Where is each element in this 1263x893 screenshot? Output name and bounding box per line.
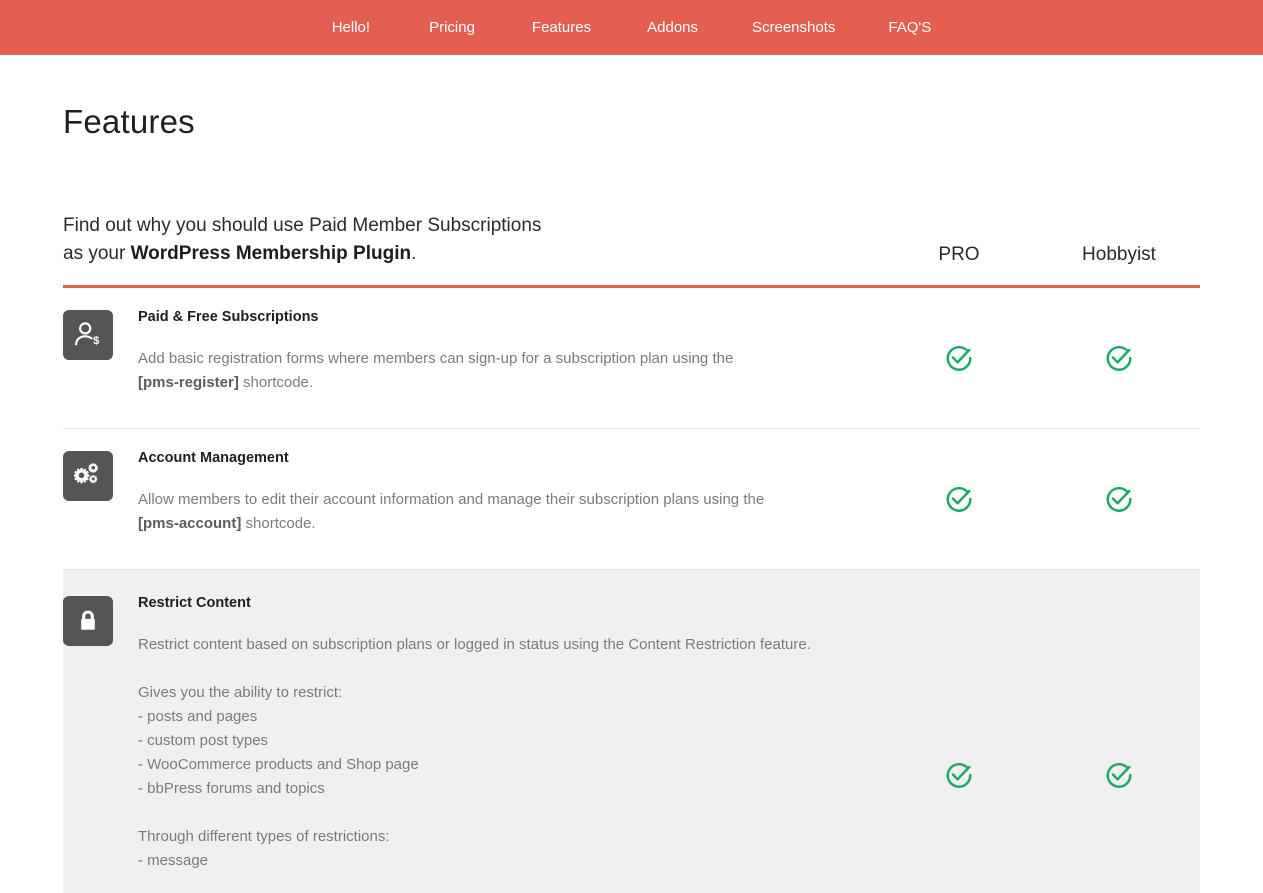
lock-icon xyxy=(63,596,113,646)
feature-desc-prefix: Restrict content based on subscription p… xyxy=(138,636,811,870)
feature-title: Restrict Content xyxy=(138,595,251,611)
table-row: $ Paid & Free Subscriptions Add basic re… xyxy=(63,288,1200,429)
features-table-header: Find out why you should use Paid Member … xyxy=(63,141,1200,288)
feature-desc-prefix: Allow members to edit their account info… xyxy=(138,491,765,509)
check-circle-icon xyxy=(1104,484,1134,514)
feature-icon-cell: $ xyxy=(63,288,138,428)
hobbyist-availability-cell xyxy=(1039,288,1199,428)
feature-description: Add basic registration forms where membe… xyxy=(138,347,879,395)
feature-desc-shortcode: [pms-account] xyxy=(138,515,242,533)
features-intro-line2-suffix: . xyxy=(411,243,417,264)
top-navigation-bar: Hello! Pricing Features Addons Screensho… xyxy=(0,0,1263,55)
check-circle-icon xyxy=(944,484,974,514)
hobbyist-availability-cell xyxy=(1039,429,1199,569)
feature-description: Allow members to edit their account info… xyxy=(138,488,879,536)
page-content: Features Find out why you should use Pai… xyxy=(0,55,1263,893)
feature-desc-suffix: shortcode. xyxy=(241,515,316,533)
nav-item-pricing[interactable]: Pricing xyxy=(429,20,475,35)
svg-text:$: $ xyxy=(93,335,100,347)
feature-text-cell: Paid & Free Subscriptions Add basic regi… xyxy=(138,288,879,428)
features-comparison-table: Find out why you should use Paid Member … xyxy=(63,141,1200,893)
table-row: Restrict Content Restrict content based … xyxy=(63,570,1200,893)
user-dollar-icon: $ xyxy=(63,310,113,360)
check-circle-icon xyxy=(944,343,974,373)
nav-item-screenshots[interactable]: Screenshots xyxy=(752,20,835,35)
nav-item-faqs[interactable]: FAQ'S xyxy=(888,20,931,35)
features-intro-line2-prefix: as your xyxy=(63,243,131,264)
features-intro-line2-bold: WordPress Membership Plugin xyxy=(130,243,412,264)
nav-item-addons[interactable]: Addons xyxy=(647,20,698,35)
feature-desc-suffix: shortcode. xyxy=(238,374,314,392)
feature-text-cell: Restrict Content Restrict content based … xyxy=(138,570,879,893)
check-circle-icon xyxy=(1104,343,1134,373)
features-intro-text: Find out why you should use Paid Member … xyxy=(63,212,879,268)
feature-desc-shortcode: [pms-register] xyxy=(138,374,239,392)
check-circle-icon xyxy=(944,760,974,790)
column-header-pro: PRO xyxy=(938,244,980,265)
pro-availability-cell xyxy=(879,288,1039,428)
hobbyist-availability-cell xyxy=(1039,570,1199,893)
check-circle-icon xyxy=(1104,760,1134,790)
feature-desc-prefix: Add basic registration forms where membe… xyxy=(138,350,734,368)
nav-item-features[interactable]: Features xyxy=(532,20,591,35)
feature-icon-cell xyxy=(63,429,138,569)
nav-item-hello[interactable]: Hello! xyxy=(332,20,370,35)
feature-title: Paid & Free Subscriptions xyxy=(138,309,319,325)
table-row: Account Management Allow members to edit… xyxy=(63,429,1200,570)
feature-description: Restrict content based on subscription p… xyxy=(138,633,879,873)
pro-availability-cell xyxy=(879,570,1039,893)
feature-text-cell: Account Management Allow members to edit… xyxy=(138,429,879,569)
features-intro-line1: Find out why you should use Paid Member … xyxy=(63,215,542,236)
nav-items-container: Hello! Pricing Features Addons Screensho… xyxy=(332,20,932,35)
feature-title: Account Management xyxy=(138,450,289,466)
page-title: Features xyxy=(63,103,195,140)
feature-icon-cell xyxy=(63,570,138,893)
pro-availability-cell xyxy=(879,429,1039,569)
column-header-hobbyist: Hobbyist xyxy=(1082,244,1156,265)
gears-icon xyxy=(63,451,113,501)
